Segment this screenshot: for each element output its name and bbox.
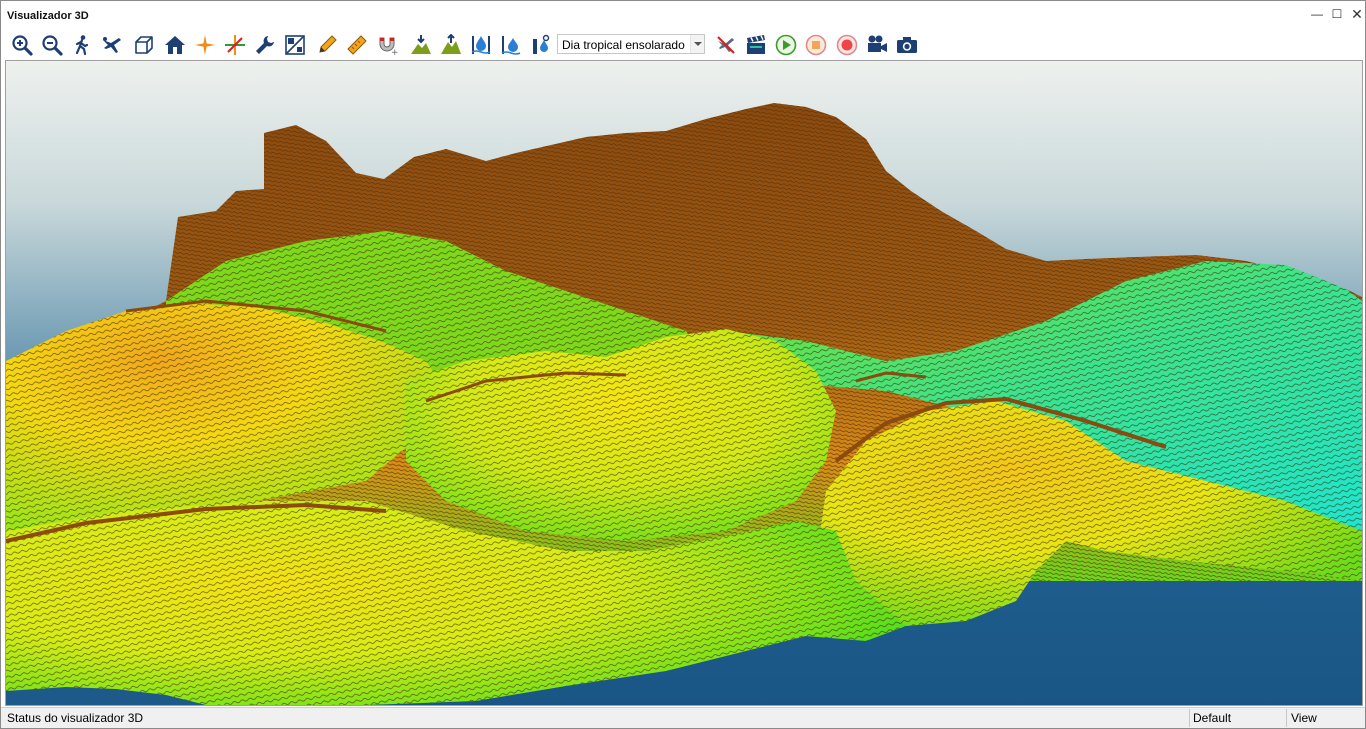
- home-view-button[interactable]: [162, 32, 188, 58]
- raise-terrain-icon: [441, 34, 461, 54]
- measure-button[interactable]: [344, 32, 370, 58]
- chevron-down-icon[interactable]: [690, 35, 704, 53]
- status-bar: Status do visualizador 3D Default View: [1, 707, 1365, 728]
- video-camera-icon: [868, 35, 887, 52]
- photo-camera-icon: [897, 37, 917, 53]
- settings-button[interactable]: [252, 32, 278, 58]
- walk-mode-button[interactable]: [69, 32, 95, 58]
- magnet-icon: +: [379, 37, 398, 56]
- stop-icon: [805, 34, 827, 56]
- animation-button[interactable]: [743, 32, 769, 58]
- stop-button[interactable]: [803, 32, 829, 58]
- lower-terrain-button[interactable]: [408, 32, 434, 58]
- terrain-scene[interactable]: [6, 61, 1362, 705]
- zoom-in-button[interactable]: [9, 32, 35, 58]
- clapperboard-icon: [747, 35, 765, 54]
- status-separator: [1189, 709, 1190, 727]
- pencil-icon: [319, 35, 337, 53]
- home-icon: [165, 36, 185, 54]
- water-level-icon: [471, 36, 491, 54]
- zoom-out-icon: [42, 35, 63, 56]
- status-message: Status do visualizador 3D: [7, 711, 144, 725]
- clear-path-icon: [717, 36, 735, 54]
- fly-mode-button[interactable]: [99, 32, 125, 58]
- ruler-icon: [347, 35, 367, 55]
- close-button[interactable]: ✕: [1347, 5, 1366, 23]
- record-icon: [836, 34, 858, 56]
- 3d-viewport[interactable]: [5, 60, 1363, 706]
- zoom-out-button[interactable]: [39, 32, 65, 58]
- scale-ratio-icon: [285, 35, 305, 55]
- svg-text:+: +: [391, 48, 398, 56]
- draw-button[interactable]: [314, 32, 340, 58]
- clear-path-button[interactable]: [713, 32, 739, 58]
- water-level-button[interactable]: [468, 32, 494, 58]
- snap-button[interactable]: +: [374, 32, 400, 58]
- video-capture-button[interactable]: [864, 32, 890, 58]
- toolbar: + Dia tropical ensolarado: [1, 29, 1365, 59]
- water-raise-button[interactable]: [498, 32, 524, 58]
- record-button[interactable]: [834, 32, 860, 58]
- fly-icon: [103, 37, 121, 53]
- screenshot-button[interactable]: [894, 32, 920, 58]
- wrench-icon: [256, 36, 274, 54]
- maximize-button[interactable]: ☐: [1327, 5, 1347, 23]
- window-title: Visualizador 3D: [7, 10, 89, 22]
- lower-terrain-icon: [411, 35, 431, 54]
- play-button[interactable]: [773, 32, 799, 58]
- vertical-scale-button[interactable]: [282, 32, 308, 58]
- center-view-button[interactable]: [192, 32, 218, 58]
- cube-icon: [135, 36, 153, 54]
- visualizador-3d-window: Visualizador 3D — ☐ ✕ + Dia tropical ens…: [0, 0, 1366, 729]
- zoom-in-icon: [12, 35, 33, 56]
- raise-terrain-button[interactable]: [438, 32, 464, 58]
- center-star-icon: [195, 35, 215, 55]
- water-raise-icon: [501, 36, 521, 55]
- scene-preset-value: Dia tropical ensolarado: [562, 38, 685, 52]
- scene-preset-select[interactable]: Dia tropical ensolarado: [557, 34, 705, 54]
- status-panel: View: [1291, 711, 1317, 725]
- status-separator: [1286, 709, 1287, 727]
- title-bar: Visualizador 3D — ☐ ✕: [1, 1, 1365, 29]
- water-settings-icon: [533, 34, 550, 54]
- walk-icon: [75, 35, 89, 56]
- water-settings-button[interactable]: [528, 32, 554, 58]
- bounding-box-button[interactable]: [131, 32, 157, 58]
- status-mode: Default: [1193, 711, 1232, 725]
- axes-button[interactable]: [222, 32, 248, 58]
- play-icon: [775, 34, 797, 56]
- axes-icon: [225, 35, 245, 55]
- minimize-button[interactable]: —: [1307, 5, 1327, 23]
